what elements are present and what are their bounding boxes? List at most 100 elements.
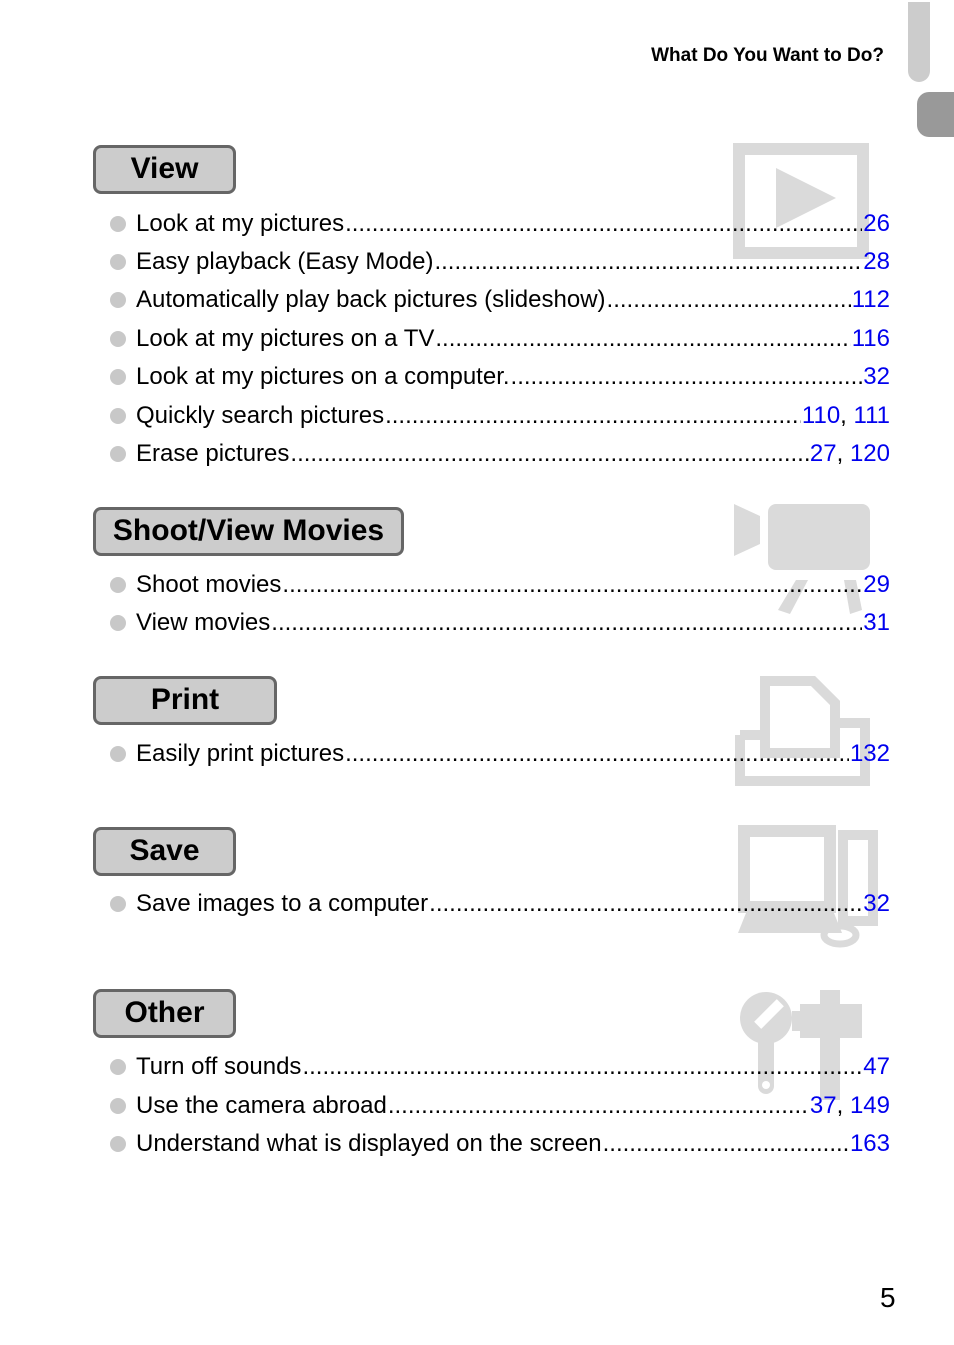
dot-leader (435, 324, 850, 354)
chapter-tab-current (917, 92, 954, 137)
printer-icon (735, 676, 870, 786)
page-refs: 37, 149 (810, 1091, 890, 1121)
item-label: Look at my pictures on a computer. (136, 363, 510, 390)
dot-leader (607, 285, 851, 315)
section-label-print: Print (93, 676, 277, 725)
page-link[interactable]: 120 (850, 440, 890, 467)
list-item: Erase pictures 27, 120 (110, 439, 890, 469)
list-item: Understand what is displayed on the scre… (110, 1129, 890, 1159)
page-refs: 28 (863, 247, 890, 277)
page-refs: 29 (863, 570, 890, 600)
page-refs: 47 (863, 1052, 890, 1082)
list-item: Turn off sounds 47 (110, 1052, 890, 1082)
item-label: Use the camera abroad (136, 1092, 387, 1119)
dot-leader (345, 739, 849, 769)
dot-leader (302, 1052, 862, 1082)
item-label: Easy playback (Easy Mode) (136, 248, 434, 275)
page-link[interactable]: 32 (863, 890, 890, 917)
bullet-icon (110, 615, 126, 631)
page-refs: 27, 120 (810, 439, 890, 469)
page-link[interactable]: 27 (810, 440, 837, 467)
list-item: Use the camera abroad 37, 149 (110, 1091, 890, 1121)
list-item: Automatically play back pictures (slides… (110, 285, 890, 315)
page-link[interactable]: 47 (863, 1053, 890, 1080)
list-item: Look at my pictures on a computer. 32 (110, 362, 890, 392)
header-title: What Do You Want to Do? (651, 45, 884, 66)
page-link[interactable]: 116 (852, 325, 890, 352)
dot-leader (388, 1091, 809, 1121)
list-item: Easily print pictures 132 (110, 739, 890, 769)
bullet-icon (110, 408, 126, 424)
page-refs: 110, 111 (802, 401, 890, 431)
page-link[interactable]: 149 (850, 1092, 890, 1119)
item-label: Quickly search pictures (136, 402, 385, 429)
playback-icon (733, 143, 869, 259)
section-label-movies: Shoot/View Movies (93, 507, 404, 556)
page-link[interactable]: 32 (863, 363, 890, 390)
bullet-icon (110, 896, 126, 912)
dot-leader (385, 401, 801, 431)
page-link[interactable]: 29 (863, 571, 890, 598)
item-label: Automatically play back pictures (slides… (136, 286, 606, 313)
section-label-other: Other (93, 989, 236, 1038)
list-item: View movies 31 (110, 608, 890, 638)
item-label: Understand what is displayed on the scre… (136, 1130, 602, 1157)
bullet-icon (110, 1136, 126, 1152)
item-label: Turn off sounds (136, 1053, 302, 1080)
page-link[interactable]: 26 (863, 210, 890, 237)
list-item: Look at my pictures 26 (110, 209, 890, 239)
list-item: Save images to a computer 32 (110, 889, 890, 919)
page-link[interactable]: 132 (850, 740, 890, 767)
dot-leader (603, 1129, 849, 1159)
page-refs: 116 (852, 324, 890, 354)
page-refs: 112 (852, 285, 890, 315)
item-label: Shoot movies (136, 571, 282, 598)
dot-leader (290, 439, 809, 469)
page-refs: 26 (863, 209, 890, 239)
bullet-icon (110, 216, 126, 232)
section-label-view: View (93, 145, 236, 194)
list-item: Easy playback (Easy Mode) 28 (110, 247, 890, 277)
bullet-icon (110, 331, 126, 347)
page-refs: 32 (863, 889, 890, 919)
item-label: Look at my pictures on a TV (136, 325, 435, 352)
list-item: Look at my pictures on a TV 116 (110, 324, 890, 354)
page-link[interactable]: 110 (802, 402, 840, 429)
bullet-icon (110, 746, 126, 762)
dot-leader (429, 889, 862, 919)
item-label: Erase pictures (136, 440, 290, 467)
bullet-icon (110, 1098, 126, 1114)
bullet-icon (110, 577, 126, 593)
page-link[interactable]: 28 (863, 248, 890, 275)
bullet-icon (110, 446, 126, 462)
page-refs: 32 (863, 362, 890, 392)
bullet-icon (110, 254, 126, 270)
page-link[interactable]: 31 (863, 609, 890, 636)
tools-icon (740, 990, 862, 1100)
page-separator: , (836, 440, 850, 467)
computer-icon (738, 825, 878, 948)
bullet-icon (110, 1059, 126, 1075)
page-refs: 132 (850, 739, 890, 769)
dot-leader (345, 209, 862, 239)
item-label: Look at my pictures (136, 210, 345, 237)
section-label-save: Save (93, 827, 236, 876)
page-separator: , (836, 1092, 850, 1119)
chapter-tab-top (908, 2, 930, 82)
page-refs: 31 (863, 608, 890, 638)
page-link[interactable]: 37 (810, 1092, 837, 1119)
page-separator: , (840, 402, 854, 429)
dot-leader (271, 608, 862, 638)
item-label: Easily print pictures (136, 740, 345, 767)
dot-leader (434, 247, 862, 277)
item-label: Save images to a computer (136, 890, 429, 917)
bullet-icon (110, 369, 126, 385)
page-number: 5 (880, 1282, 896, 1313)
page-link[interactable]: 112 (852, 286, 890, 313)
page-link[interactable]: 163 (850, 1130, 890, 1157)
dot-leader (282, 570, 862, 600)
bullet-icon (110, 292, 126, 308)
list-item: Shoot movies 29 (110, 570, 890, 600)
page-link[interactable]: 111 (854, 402, 890, 429)
item-label: View movies (136, 609, 271, 636)
